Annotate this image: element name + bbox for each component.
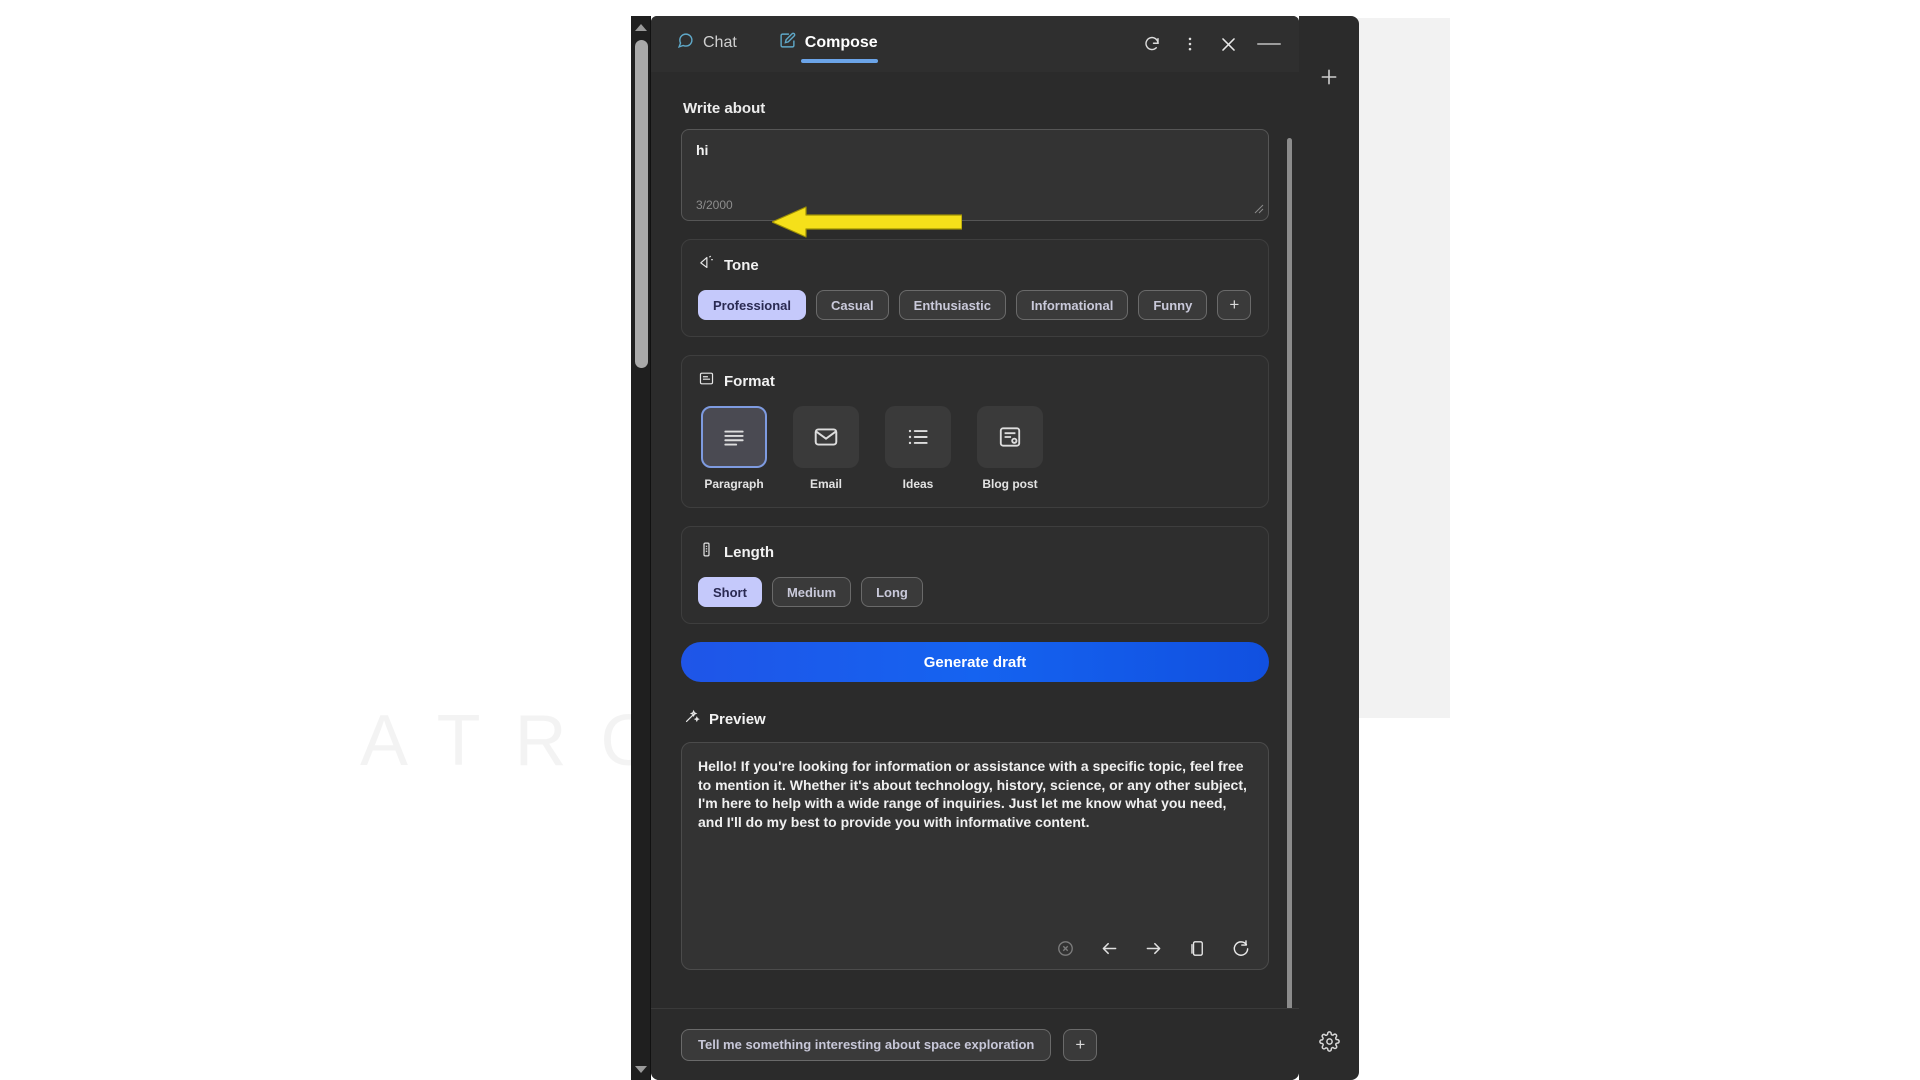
arrow-left-icon[interactable] [1098,937,1120,959]
suggestion-chip[interactable]: Tell me something interesting about spac… [681,1028,1052,1061]
page-scrollbar[interactable] [631,16,651,1080]
tone-chip-casual[interactable]: Casual [816,290,889,320]
length-gauge-icon [698,541,715,563]
format-header: Format [698,370,1252,392]
preview-header: Preview [683,708,1269,730]
blog-post-icon [977,406,1043,468]
panel-content-viewport: Write about hi 3/2000 Tone Professional … [651,72,1299,1068]
resize-grip-icon[interactable] [1254,204,1264,217]
tab-chat[interactable]: Chat [671,26,747,62]
tone-chip-funny[interactable]: Funny [1138,290,1208,320]
right-rail [1299,16,1359,1080]
format-label-paragraph: Paragraph [704,477,764,491]
tone-section: Tone Professional Casual Enthusiastic In… [681,239,1269,337]
envelope-icon [793,406,859,468]
format-tile-blog-post[interactable]: Blog post [974,406,1046,491]
scroll-down-arrow-icon[interactable] [631,1060,651,1078]
compose-pencil-icon [779,32,796,54]
tab-chat-label: Chat [703,34,737,51]
format-label-email: Email [809,477,842,491]
tab-compose[interactable]: Compose [773,26,888,63]
write-about-input[interactable]: hi 3/2000 [681,129,1269,221]
length-chip-short[interactable]: Short [698,577,762,607]
paragraph-lines-icon [701,406,767,468]
scroll-up-arrow-icon[interactable] [631,18,651,36]
length-chip-long[interactable]: Long [861,577,923,607]
write-about-label: Write about [683,100,766,117]
length-section: Length Short Medium Long [681,526,1269,624]
tone-chip-professional[interactable]: Professional [698,290,807,320]
preview-action-row [1054,937,1252,959]
length-title: Length [724,543,774,561]
write-about-value: hi [696,142,709,158]
format-title: Format [724,372,775,390]
format-tile-email[interactable]: Email [790,406,862,491]
close-icon[interactable] [1211,27,1245,61]
format-tile-ideas[interactable]: Ideas [882,406,954,491]
format-label-ideas: Ideas [902,477,934,491]
tone-header: Tone [698,254,1252,276]
format-label-blog-post: Blog post [982,477,1038,491]
format-tile-paragraph[interactable]: Paragraph [698,406,770,491]
content-scrollbar-thumb[interactable] [1287,138,1292,1068]
refresh-icon[interactable] [1135,27,1169,61]
plus-icon[interactable] [1312,60,1346,94]
suggestion-bar: Tell me something interesting about spac… [651,1008,1299,1080]
tone-title: Tone [724,256,759,274]
arrow-right-icon[interactable] [1142,937,1164,959]
length-chip-row: Short Medium Long [698,577,1252,607]
panel-window-actions [1135,27,1289,61]
tone-add-button[interactable]: + [1217,290,1252,320]
compose-form: Write about hi 3/2000 Tone Professional … [651,72,1299,1008]
length-chip-medium[interactable]: Medium [771,577,852,607]
tone-megaphone-icon [698,254,715,276]
generate-draft-button[interactable]: Generate draft [681,642,1269,682]
regenerate-icon[interactable] [1230,937,1252,959]
preview-card: Hello! If you're looking for information… [681,742,1269,970]
tone-chip-row: Professional Casual Enthusiastic Informa… [698,290,1252,320]
tab-active-underline [800,59,878,63]
tone-chip-enthusiastic[interactable]: Enthusiastic [898,290,1006,320]
length-header: Length [698,541,1252,563]
magic-wand-icon [683,708,700,730]
copilot-panel: Chat Compose Write about hi 3/2000 Tone … [651,16,1299,1080]
gear-icon[interactable] [1312,1024,1346,1058]
screenshot-root: ATRO ACADEMY Chat [0,0,1920,1080]
tab-compose-label: Compose [804,34,878,51]
preview-title: Preview [709,710,766,728]
stop-circle-icon[interactable] [1054,937,1076,959]
write-about-counter: 3/2000 [696,198,733,212]
suggestion-add-button[interactable]: + [1063,1028,1098,1061]
minimize-dash-icon[interactable] [1249,27,1289,61]
copy-icon[interactable] [1186,937,1208,959]
panel-tabbar: Chat Compose [651,16,1299,72]
preview-text: Hello! If you're looking for information… [698,758,1247,830]
chat-bubble-icon [677,32,694,54]
page-scrollbar-thumb[interactable] [635,40,648,368]
format-document-icon [698,370,715,392]
format-tile-row: Paragraph Email Ideas Blog post [698,406,1252,491]
tone-chip-informational[interactable]: Informational [1015,290,1129,320]
bullet-list-icon [885,406,951,468]
more-vertical-icon[interactable] [1173,27,1207,61]
format-section: Format Paragraph Email Ideas Blog post [681,355,1269,508]
